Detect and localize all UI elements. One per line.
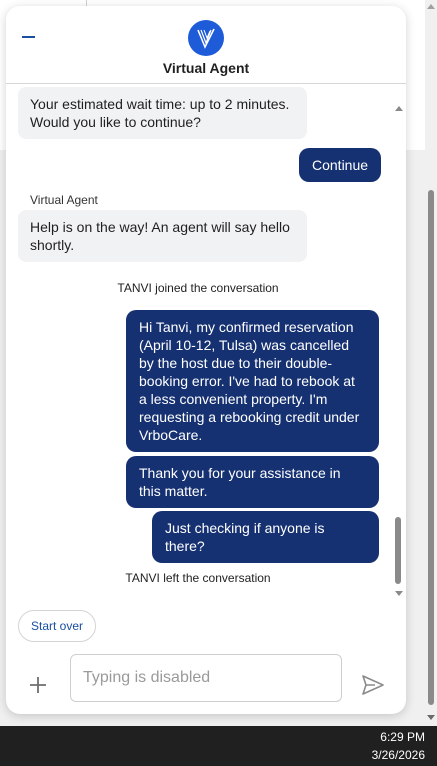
taskbar-time[interactable]: 6:29 PM [380, 730, 425, 744]
scroll-up-arrow-icon[interactable] [427, 4, 435, 9]
message-input-box[interactable] [70, 654, 342, 702]
composer [6, 648, 406, 714]
message-scrollbar-thumb[interactable] [395, 517, 401, 584]
sender-label: Virtual Agent [30, 193, 98, 207]
message-scrollbar[interactable] [392, 85, 404, 603]
page-scrollbar[interactable] [425, 0, 437, 726]
taskbar-date[interactable]: 3/26/2026 [372, 748, 425, 762]
chat-title: Virtual Agent [162, 60, 250, 76]
system-message-joined: TANVI joined the conversation [117, 281, 279, 295]
send-button[interactable] [360, 672, 386, 698]
bot-message-help: Help is on the way! An agent will say he… [18, 210, 307, 262]
user-message-checking: Just checking if anyone is there? [152, 511, 379, 563]
message-input[interactable] [83, 667, 328, 689]
bot-message-wait-time: Your estimated wait time: up to 2 minute… [18, 87, 307, 139]
message-list[interactable]: Your estimated wait time: up to 2 minute… [6, 85, 406, 603]
page-scrollbar-thumb[interactable] [428, 190, 434, 705]
user-message-reservation: Hi Tanvi, my confirmed reservation (Apri… [126, 310, 379, 452]
plus-icon [30, 677, 46, 693]
system-message-left: TANVI left the conversation [125, 571, 271, 585]
virtual-agent-logo-icon [188, 20, 224, 56]
message-scroll-up-icon[interactable] [395, 106, 403, 111]
scroll-down-arrow-icon[interactable] [427, 715, 435, 720]
send-icon [362, 675, 384, 695]
chat-widget: Virtual Agent Your estimated wait time: … [6, 6, 406, 714]
minimize-button[interactable] [20, 28, 38, 46]
add-attachment-button[interactable] [26, 673, 50, 697]
start-over-button[interactable]: Start over [18, 610, 97, 642]
user-message-continue: Continue [299, 148, 382, 182]
message-scroll-down-icon[interactable] [395, 591, 403, 596]
user-message-thanks: Thank you for your assistance in this ma… [126, 456, 379, 508]
taskbar: 6:29 PM 3/26/2026 [0, 726, 437, 766]
chat-header: Virtual Agent [6, 6, 406, 84]
minimize-icon [22, 36, 35, 38]
